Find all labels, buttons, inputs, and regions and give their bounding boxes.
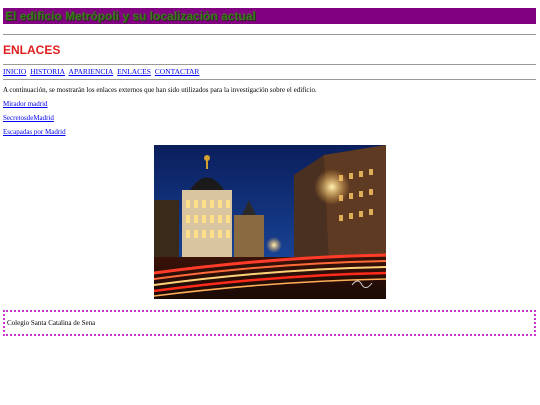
metropolis-photo	[154, 145, 386, 299]
footer-text: Colegio Santa Catalina de Sena	[7, 319, 96, 327]
main-nav: INICIO HISTORIA APARIENCIA ENLACES CONTA…	[3, 67, 201, 77]
nav-link-enlaces[interactable]: ENLACES	[117, 67, 151, 76]
nav-link-contactar[interactable]: CONTACTAR	[155, 67, 200, 76]
title-banner: El edificio Metrópoli y su localización …	[3, 8, 536, 24]
divider	[3, 34, 536, 35]
nav-link-inicio[interactable]: INICIO	[3, 67, 26, 76]
nav-link-apariencia[interactable]: APARIENCIA	[69, 67, 114, 76]
link-escapadas-por-madrid[interactable]: Escapadas por Madrid	[3, 128, 66, 137]
footer: Colegio Santa Catalina de Sena	[3, 310, 536, 336]
intro-paragraph: A continuación, se mostrarán los enlaces…	[3, 86, 317, 94]
link-mirador-madrid[interactable]: Mirador madrid	[3, 100, 48, 109]
divider	[3, 79, 536, 80]
site-title: El edificio Metrópoli y su localización …	[5, 9, 256, 23]
link-secretos-de-madrid[interactable]: SecretosdeMadrid	[3, 114, 54, 123]
divider	[3, 64, 536, 65]
nav-link-historia[interactable]: HISTORIA	[30, 67, 65, 76]
page-title: ENLACES	[3, 43, 61, 57]
